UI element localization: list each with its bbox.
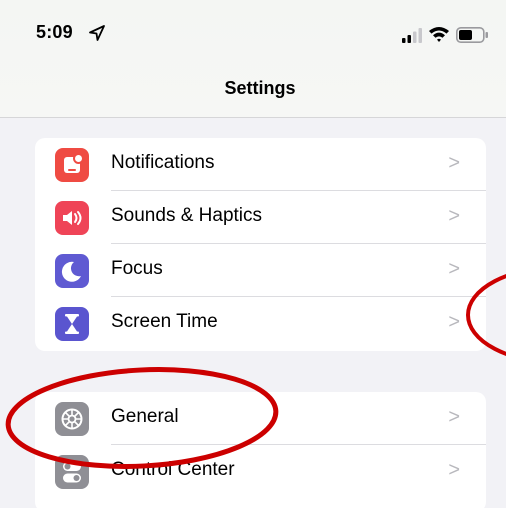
row-label: Screen Time bbox=[111, 311, 218, 332]
chevron-right-icon: > bbox=[448, 205, 460, 227]
wifi-icon bbox=[429, 27, 449, 42]
chevron-right-icon: > bbox=[448, 406, 460, 428]
settings-screen: 5:09 Settings Notifications > Sounds & H… bbox=[0, 0, 506, 508]
battery-icon bbox=[456, 27, 488, 43]
settings-row-focus[interactable]: Focus > bbox=[35, 244, 486, 297]
notifications-icon bbox=[55, 148, 89, 182]
row-label: Notifications bbox=[111, 152, 215, 173]
chevron-right-icon: > bbox=[448, 258, 460, 280]
chevron-right-icon: > bbox=[448, 459, 460, 481]
row-label: Focus bbox=[111, 258, 163, 279]
settings-row-sounds-haptics[interactable]: Sounds & Haptics > bbox=[35, 191, 486, 244]
navigation-header: 5:09 Settings bbox=[0, 0, 506, 118]
moon-icon bbox=[55, 254, 89, 288]
hourglass-icon bbox=[55, 307, 89, 341]
row-label: Control Center bbox=[111, 459, 235, 480]
location-arrow-icon bbox=[89, 25, 105, 41]
cellular-signal-icon bbox=[402, 28, 422, 43]
settings-row-notifications[interactable]: Notifications > bbox=[35, 138, 486, 191]
settings-group-2: General > Control Center > bbox=[35, 392, 486, 508]
status-time: 5:09 bbox=[36, 22, 73, 42]
settings-list: Notifications > Sounds & Haptics > Focus… bbox=[0, 118, 506, 508]
settings-row-general[interactable]: General > bbox=[35, 392, 486, 445]
toggles-icon bbox=[55, 455, 89, 489]
settings-row-screen-time[interactable]: Screen Time > bbox=[35, 297, 486, 350]
sounds-icon bbox=[55, 201, 89, 235]
chevron-right-icon: > bbox=[448, 152, 460, 174]
settings-group-1: Notifications > Sounds & Haptics > Focus… bbox=[35, 138, 486, 351]
page-title: Settings bbox=[224, 78, 296, 98]
chevron-right-icon: > bbox=[448, 311, 460, 333]
gear-icon bbox=[55, 402, 89, 436]
row-label: Sounds & Haptics bbox=[111, 205, 263, 226]
settings-row-control-center[interactable]: Control Center > bbox=[35, 445, 486, 498]
row-label: General bbox=[111, 406, 179, 427]
